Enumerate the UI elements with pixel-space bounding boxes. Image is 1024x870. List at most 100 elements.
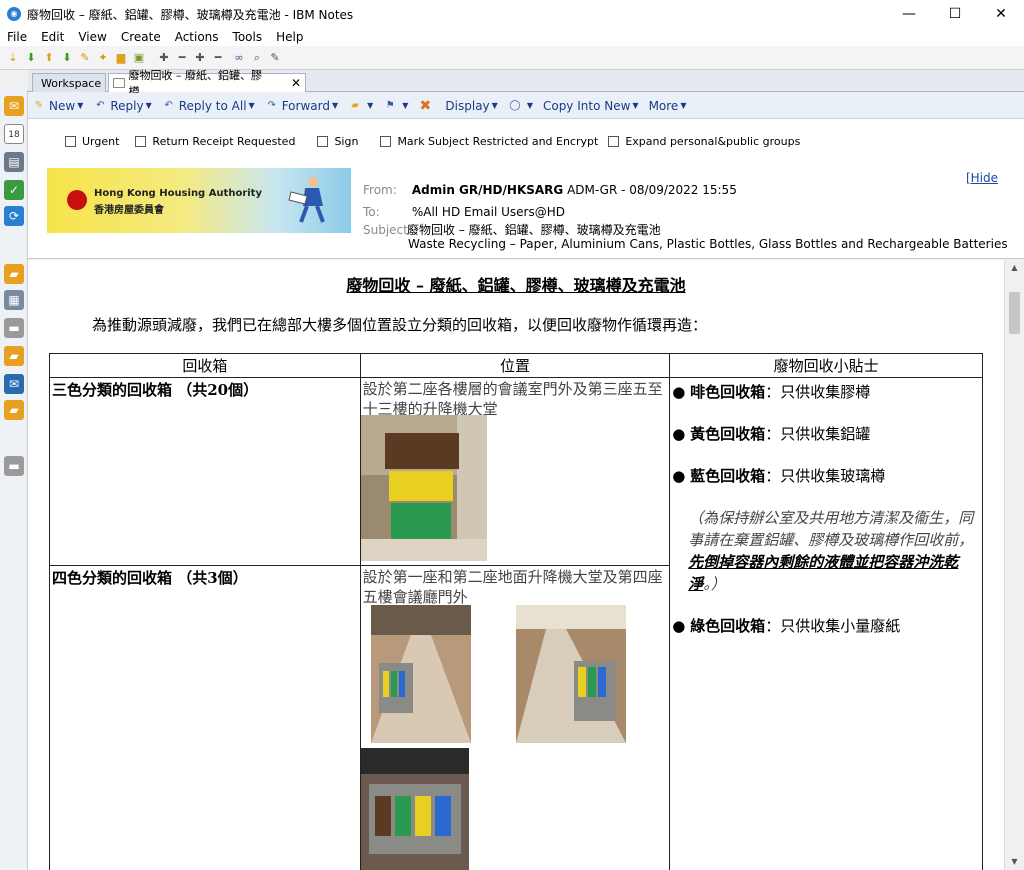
expand-icon[interactable]: ✚ bbox=[156, 50, 172, 66]
replicator-icon[interactable]: ⟳ bbox=[4, 206, 24, 226]
close-tab-icon[interactable]: ✕ bbox=[291, 76, 301, 90]
subject-row: Subject:廢物回收 – 廢紙、鋁罐、膠樽、玻璃樽及充電池 bbox=[363, 221, 661, 238]
chevron-down-icon: ▼ bbox=[248, 101, 255, 110]
bullet: ● bbox=[672, 383, 686, 401]
subject-label: Subject: bbox=[363, 223, 412, 237]
chevron-down-icon: ▼ bbox=[402, 101, 409, 110]
from-name[interactable]: Admin GR/HD/HKSARG bbox=[412, 183, 563, 197]
home-icon[interactable]: ✉ bbox=[4, 96, 24, 116]
reply-all-button[interactable]: ↶ Reply to All ▼ bbox=[162, 99, 255, 113]
next-unread-icon[interactable]: ⬇ bbox=[59, 50, 75, 66]
scroll-down-icon[interactable]: ▼ bbox=[1005, 854, 1024, 870]
reply-all-label: Reply to All bbox=[178, 98, 247, 113]
calendar-icon[interactable]: 18 bbox=[4, 124, 24, 144]
from-details: ADM-GR - 08/09/2022 15:55 bbox=[567, 183, 737, 197]
document-title: 廢物回收 – 廢紙、鋁罐、膠樽、玻璃樽及充電池 bbox=[346, 276, 686, 295]
from-row: From: Admin GR/HD/HKSARG ADM-GR - 08/09/… bbox=[363, 183, 737, 197]
menu-file[interactable]: File bbox=[0, 28, 34, 46]
arrow-up-icon[interactable]: ⬆ bbox=[41, 50, 57, 66]
tab-bar: Workspace 廢物回收 – 廢紙、鋁罐、膠樽、... ✕ bbox=[28, 69, 1024, 98]
folder-shared-icon[interactable]: ▰ bbox=[4, 400, 24, 420]
delete-button[interactable]: ✖ bbox=[418, 99, 435, 113]
hide-link[interactable]: [Hide bbox=[966, 171, 998, 185]
mail-icon[interactable]: ✉ bbox=[4, 374, 24, 394]
menu-create[interactable]: Create bbox=[114, 28, 168, 46]
intro-paragraph: 為推動源頭減廢，我們已在總部大樓多個位置設立分類的回收箱，以便回收廢物作循環再造… bbox=[92, 316, 708, 334]
chevron-down-icon: ▼ bbox=[331, 101, 339, 110]
tab-workspace[interactable]: Workspace bbox=[32, 73, 106, 92]
checkbox-label: Return Receipt Requested bbox=[152, 135, 296, 148]
filter-icon[interactable]: ⇣ bbox=[5, 50, 21, 66]
forward-button[interactable]: ↷ Forward ▼ bbox=[265, 99, 338, 113]
checkbox-box bbox=[608, 136, 620, 147]
folder-gray-icon[interactable]: ▬ bbox=[4, 318, 24, 338]
close-button[interactable]: ✕ bbox=[978, 0, 1024, 28]
location-text: 設於第二座各樓層的會議室門外及第三座五至十三樓的升降機大堂 bbox=[362, 380, 663, 418]
folder-icon[interactable]: ▆ bbox=[113, 50, 129, 66]
more-button[interactable]: More ▼ bbox=[649, 99, 687, 113]
scrollbar-thumb[interactable] bbox=[1009, 292, 1020, 334]
minimize-button[interactable]: — bbox=[886, 0, 932, 28]
more-label: More bbox=[648, 98, 679, 113]
scroll-up-icon[interactable]: ▲ bbox=[1005, 260, 1024, 276]
mark-restricted-checkbox[interactable]: Mark Subject Restricted and Encrypt bbox=[380, 135, 598, 148]
expand-all-icon[interactable]: ✚ bbox=[192, 50, 208, 66]
folder-button[interactable]: ▰ ▼ bbox=[348, 99, 373, 113]
tip-item: ● 藍色回收箱：只供收集玻璃樽 bbox=[672, 465, 980, 487]
display-button[interactable]: Display ▼ bbox=[445, 99, 497, 113]
copy-into-new-button[interactable]: Copy Into New ▼ bbox=[543, 99, 639, 113]
menu-actions[interactable]: Actions bbox=[168, 28, 226, 46]
window-icon[interactable]: ▣ bbox=[131, 50, 147, 66]
mascot-icon bbox=[288, 177, 325, 223]
folder-gray-icon-2[interactable]: ▬ bbox=[4, 456, 24, 476]
arrow-down-icon[interactable]: ⬇ bbox=[23, 50, 39, 66]
to-value[interactable]: %All HD Email Users@HD bbox=[412, 205, 565, 219]
chevron-down-icon: ▼ bbox=[77, 101, 84, 110]
tip-item: ● 黃色回收箱：只供收集鋁罐 bbox=[672, 423, 980, 445]
table-header: 位置 bbox=[359, 353, 671, 378]
reply-button[interactable]: ↶ Reply ▼ bbox=[93, 98, 152, 113]
chevron-down-icon: ▼ bbox=[145, 101, 152, 110]
new-button[interactable]: ✎ New ▼ bbox=[32, 99, 84, 113]
tip-color: 綠色回收箱 bbox=[690, 617, 766, 635]
tip-item: ● 啡色回收箱：只供收集膠樽 bbox=[672, 381, 980, 403]
collapse-all-icon[interactable]: ━ bbox=[210, 50, 226, 66]
sign-checkbox[interactable]: Sign bbox=[317, 135, 358, 148]
collapse-icon[interactable]: ━ bbox=[174, 50, 190, 66]
folder-app-icon[interactable]: ▰ bbox=[4, 346, 24, 366]
return-receipt-checkbox[interactable]: Return Receipt Requested bbox=[135, 135, 295, 148]
menu-help[interactable]: Help bbox=[269, 28, 310, 46]
ibm-notes-app-icon: ◉ bbox=[7, 7, 21, 21]
bin-type-cell: 四色分類的回收箱 （共3個） bbox=[49, 565, 361, 870]
table-header: 回收箱 bbox=[49, 353, 361, 378]
chat-button[interactable]: ◯ ▼ bbox=[508, 99, 533, 113]
subject-chinese: 廢物回收 – 廢紙、鋁罐、膠樽、玻璃樽及充電池 bbox=[407, 223, 661, 237]
binoculars-icon[interactable]: ∞ bbox=[231, 50, 247, 66]
tab-email[interactable]: 廢物回收 – 廢紙、鋁罐、膠樽、... ✕ bbox=[108, 69, 306, 98]
reply-label: Reply bbox=[110, 98, 144, 113]
reply-all-icon: ↶ bbox=[164, 99, 173, 111]
pin-icon[interactable]: ✎ bbox=[77, 50, 93, 66]
location-text: 設於第一座和第二座地面升降機大堂及第四座五樓會議廳門外 bbox=[362, 568, 663, 606]
tip-color: 黃色回收箱 bbox=[690, 425, 766, 443]
search-icon[interactable]: ⌕ bbox=[249, 50, 265, 66]
urgent-checkbox[interactable]: Urgent bbox=[65, 135, 119, 148]
bookmark-icon[interactable]: ✦ bbox=[95, 50, 111, 66]
edit-icon[interactable]: ✎ bbox=[267, 50, 283, 66]
message-body: 廢物回收 – 廢紙、鋁罐、膠樽、玻璃樽及充電池 為推動源頭減廢，我們已在總部大樓… bbox=[28, 260, 1004, 870]
expand-groups-checkbox[interactable]: Expand personal&public groups bbox=[608, 135, 800, 148]
folder-open-icon[interactable]: ▰ bbox=[4, 264, 24, 284]
maximize-button[interactable]: ☐ bbox=[932, 0, 978, 28]
workspace-icon[interactable]: ▦ bbox=[4, 290, 24, 310]
checkbox-label: Mark Subject Restricted and Encrypt bbox=[397, 135, 599, 148]
note-end: 。） bbox=[703, 575, 726, 593]
vertical-scrollbar[interactable]: ▲ ▼ bbox=[1004, 260, 1024, 870]
display-label: Display bbox=[445, 98, 490, 113]
menu-edit[interactable]: Edit bbox=[34, 28, 71, 46]
todo-icon[interactable]: ✓ bbox=[4, 180, 24, 200]
menu-tools[interactable]: Tools bbox=[226, 28, 270, 46]
contacts-icon[interactable]: ▤ bbox=[4, 152, 24, 172]
flag-button[interactable]: ⚑ ▼ bbox=[383, 99, 409, 113]
logo-chinese: 香港房屋委員會 bbox=[94, 205, 164, 216]
menu-view[interactable]: View bbox=[71, 28, 113, 46]
